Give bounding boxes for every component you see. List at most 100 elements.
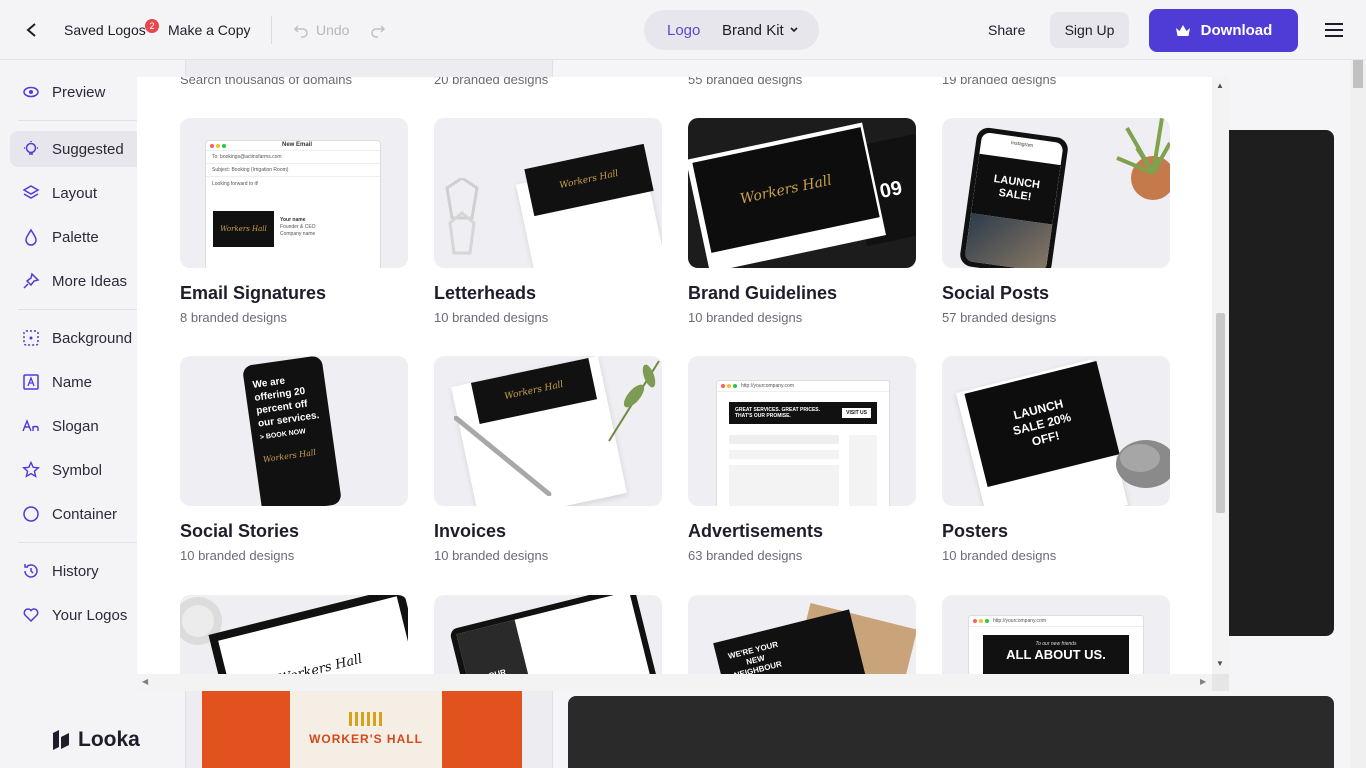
card-title: Posters	[942, 521, 1009, 541]
layers-icon	[22, 185, 40, 199]
redo-icon[interactable]	[370, 0, 386, 60]
stone-icon	[1116, 440, 1170, 488]
drop-icon	[25, 228, 37, 246]
email-signature-preview: New Email To: bookings@actinsfarms.com S…	[180, 118, 408, 268]
download-button[interactable]: Download	[1149, 9, 1298, 52]
brand-guidelines-preview: 09 Workers Hall	[688, 118, 916, 268]
instagram-label: Instagram	[1010, 140, 1034, 150]
card-subtitle: 57 branded designs	[942, 310, 1057, 325]
undo-icon[interactable]	[293, 0, 309, 60]
story-text: We are offering 20 percent off our servi…	[251, 375, 321, 430]
slogan-icon	[22, 419, 39, 432]
page-scrollbar[interactable]	[1350, 60, 1366, 768]
card-subtitle: 55 branded designs	[688, 77, 803, 87]
sign-up-button[interactable]: Sign Up	[1050, 12, 1129, 48]
binder-clip-icon	[445, 176, 479, 255]
ad-text: GREAT SERVICES. GREAT PRICES. THAT'S OUR…	[735, 407, 821, 419]
row3-logo-text: Workers Hall	[276, 651, 364, 674]
top-bar: Saved Logos 2 Make a Copy Undo Logo Bran…	[0, 0, 1366, 60]
email-body-text: Looking forward to it!	[212, 181, 259, 187]
modal-vertical-scrollbar[interactable]: ▲ ▼	[1212, 77, 1229, 674]
card-subtitle: 8 branded designs	[180, 310, 287, 325]
toolbar-divider	[271, 16, 272, 44]
grid-icon	[23, 330, 39, 346]
scroll-left-icon[interactable]: ◀	[142, 677, 148, 686]
modal-scrollbar-thumb[interactable]	[1216, 313, 1225, 513]
email-to-text: To: bookings@actinsfarms.com	[206, 151, 380, 164]
card-subtitle: 10 branded designs	[688, 310, 803, 325]
card-title: Invoices	[434, 521, 507, 541]
sidebar-item-label: Suggested	[52, 140, 124, 158]
ad-visit-button: VISIT US	[842, 408, 871, 418]
sidebar-item-label: Symbol	[52, 461, 103, 479]
sidebar-item-label: Preview	[52, 83, 106, 101]
invoice-logo-text: Workers Hall	[503, 379, 565, 403]
letterhead-preview: Workers Hall	[434, 118, 662, 268]
sidebar-item-label: More Ideas	[52, 272, 128, 290]
hamburger-menu-icon[interactable]	[1322, 18, 1346, 42]
plant-icon	[1116, 118, 1170, 200]
advertisements-preview: http://yourcompany.com GREAT SERVICES. G…	[688, 356, 916, 506]
modal-horizontal-scrollbar[interactable]: ◀ ▶	[137, 674, 1212, 691]
card-title: Letterheads	[434, 283, 537, 303]
saved-count-badge: 2	[145, 19, 159, 33]
chevron-down-icon	[790, 27, 798, 33]
email-subject-text: Subject: Booking (Irrigation Room)	[206, 164, 380, 177]
heart-icon	[23, 608, 39, 623]
download-label: Download	[1200, 22, 1273, 39]
tab-brand-kit[interactable]: Brand Kit	[722, 10, 799, 50]
card-subtitle: 10 branded designs	[434, 548, 549, 563]
scroll-right-icon[interactable]: ▶	[1200, 677, 1206, 686]
business-card-preview: Workers Hall	[180, 595, 408, 674]
sidebar-item-label: Container	[52, 505, 118, 523]
card-subtitle: 10 branded designs	[942, 548, 1057, 563]
letterhead-logo-text: Workers Hall	[558, 168, 620, 192]
card-title: Advertisements	[688, 521, 824, 541]
dark-preview-card-2[interactable]	[568, 696, 1334, 768]
name-icon	[23, 374, 39, 390]
story-logo-text: Workers Hall	[262, 447, 317, 465]
email-logo-text: Workers Hall	[220, 225, 267, 233]
modal-scroll-viewport[interactable]: Search thousands of domains 20 branded d…	[137, 77, 1212, 674]
sidebar-item-label: History	[52, 562, 99, 580]
website-tablet-preview: OUR COMPANY MISSION	[434, 595, 662, 674]
email-role-text: Founder & CEO	[280, 224, 316, 230]
mission-text: OUR COMPANY MISSION	[473, 664, 527, 674]
circle-icon	[23, 506, 39, 522]
sidebar-item-label: Background	[52, 329, 133, 347]
card-title: Email Signatures	[180, 283, 327, 303]
sidebar-item-label: Your Logos	[52, 606, 128, 624]
scroll-down-icon[interactable]: ▼	[1216, 659, 1224, 668]
sidebar-item-label: Slogan	[52, 417, 99, 435]
card-subtitle: Search thousands of domains	[180, 77, 352, 87]
history-icon	[24, 564, 38, 578]
back-arrow-icon[interactable]	[20, 18, 44, 42]
social-posts-preview: Instagram LAUNCH SALE!	[942, 118, 1170, 268]
scroll-up-icon[interactable]: ▲	[1216, 81, 1224, 90]
dark-preview-card[interactable]	[1228, 130, 1334, 636]
tab-brand-kit-label: Brand Kit	[722, 21, 784, 39]
sidebar-item-label: Name	[52, 373, 93, 391]
looka-wordmark: Looka	[78, 728, 140, 751]
undo-button[interactable]: Undo	[316, 0, 349, 60]
poster-text: LAUNCH SALE 20% OFF!	[1011, 396, 1073, 449]
orange-card-text: WORKER'S HALL	[309, 732, 423, 746]
about-big-text: ALL ABOUT US.	[1006, 647, 1106, 662]
card-subtitle: 10 branded designs	[434, 310, 549, 325]
tab-logo[interactable]: Logo	[667, 10, 700, 50]
make-copy-button[interactable]: Make a Copy	[168, 0, 250, 60]
share-button[interactable]: Share	[988, 12, 1025, 48]
looka-mark-icon	[53, 730, 69, 750]
orange-preview-card[interactable]: WORKER'S HALL	[202, 690, 522, 768]
saved-logos-link[interactable]: Saved Logos	[64, 0, 146, 60]
postcard-preview: WE'RE YOUR NEW NEIGHBOUR	[688, 595, 916, 674]
bars-logo-icon	[349, 712, 382, 726]
email-name-text: Your name	[280, 217, 306, 223]
view-switcher: Logo Brand Kit	[644, 10, 819, 50]
page-scrollbar-thumb[interactable]	[1353, 60, 1363, 88]
scrollbar-corner	[1212, 674, 1229, 691]
looka-logo[interactable]: Looka	[50, 728, 140, 752]
pin-icon	[23, 272, 40, 289]
pen-icon	[454, 416, 552, 496]
star-icon	[22, 461, 40, 478]
